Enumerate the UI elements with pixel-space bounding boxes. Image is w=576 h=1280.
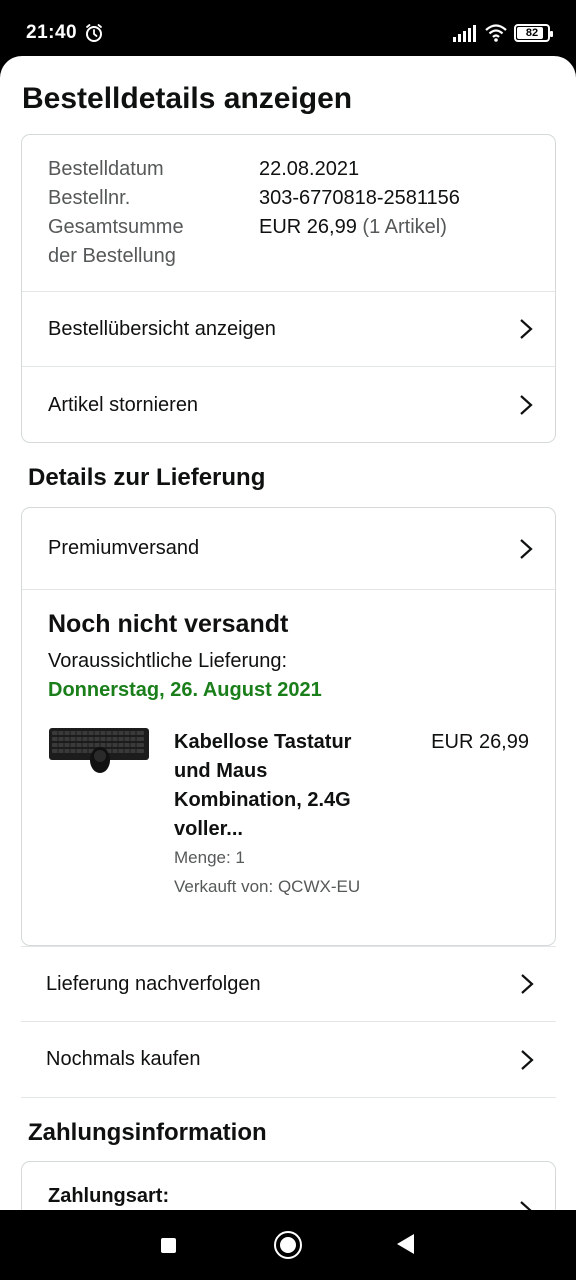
- buy-again-row[interactable]: Nochmals kaufen: [21, 1022, 556, 1097]
- order-item-count: (1 Artikel): [362, 216, 447, 238]
- order-details-sheet: Bestelldetails anzeigen Bestelldatum Bes…: [0, 56, 576, 1210]
- battery-level: 82: [525, 27, 539, 39]
- order-number-label: Bestellnr.: [48, 187, 131, 209]
- order-total-value: EUR 26,99: [259, 216, 357, 238]
- order-total-value-row: EUR 26,99 (1 Artikel): [259, 213, 460, 242]
- cancel-items-label: Artikel stornieren: [48, 393, 199, 416]
- wifi-icon: [485, 24, 507, 42]
- order-total-label-2: der Bestellung: [48, 245, 176, 267]
- payment-method-label: Zahlungsart:: [48, 1185, 170, 1207]
- clock: 21:40: [26, 22, 78, 43]
- delivery-section-title: Details zur Lieferung: [28, 464, 266, 491]
- divider: [22, 589, 555, 590]
- order-total-label-1: Gesamtsumme: [48, 216, 184, 238]
- cancel-items-row[interactable]: Artikel stornieren: [22, 367, 555, 443]
- buy-again-label: Nochmals kaufen: [46, 1048, 201, 1070]
- order-date-label: Bestelldatum: [48, 158, 164, 180]
- signal-icon: [453, 25, 476, 42]
- battery-icon: 82: [514, 24, 553, 42]
- product-quantity: Menge: 1: [174, 848, 245, 867]
- order-date-value: 22.08.2021: [259, 158, 360, 180]
- divider: [21, 1097, 556, 1098]
- product-title-line: und Maus: [174, 760, 268, 782]
- keyboard-mouse-image: [49, 728, 149, 773]
- back-button[interactable]: [397, 1234, 414, 1254]
- product-image[interactable]: [48, 726, 150, 774]
- shipment-status: Noch nicht versandt: [48, 610, 289, 638]
- product-title-line: Kombination, 2.4G: [174, 789, 351, 811]
- order-summary-card: Bestelldatum Bestellnr. Gesamtsumme der …: [21, 134, 556, 443]
- payment-card[interactable]: Zahlungsart:: [21, 1161, 556, 1210]
- chevron-right-icon: [520, 538, 533, 559]
- expected-delivery-date: Donnerstag, 26. August 2021: [48, 679, 322, 701]
- page-title: Bestelldetails anzeigen: [22, 82, 353, 115]
- order-meta-labels: Bestelldatum Bestellnr. Gesamtsumme der …: [48, 155, 184, 271]
- product-title-line: voller...: [174, 818, 243, 840]
- order-number-value: 303-6770818-2581156: [259, 187, 460, 209]
- chevron-right-icon: [520, 395, 533, 415]
- delivery-card: Premiumversand Noch nicht versandt Vorau…: [21, 507, 556, 946]
- payment-section-title: Zahlungsinformation: [28, 1119, 267, 1146]
- track-delivery-label: Lieferung nachverfolgen: [46, 972, 261, 995]
- chevron-right-icon: [521, 1049, 534, 1070]
- product-seller: Verkauft von: QCWX-EU: [174, 877, 361, 896]
- order-meta-values: 22.08.2021 303-6770818-2581156 EUR 26,99…: [259, 155, 460, 242]
- shipping-method-row[interactable]: Premiumversand: [22, 508, 555, 589]
- product-title-line: Kabellose Tastatur: [174, 731, 352, 753]
- expected-delivery-label: Voraussichtliche Lieferung:: [48, 650, 288, 672]
- chevron-right-icon: [520, 1201, 532, 1210]
- product-title[interactable]: Kabellose Tastatur und Maus Kombination,…: [174, 728, 351, 844]
- view-order-summary-label: Bestellübersicht anzeigen: [48, 317, 276, 340]
- product-price: EUR 26,99: [431, 731, 529, 753]
- chevron-right-icon: [521, 974, 534, 994]
- home-icon: [280, 1237, 296, 1253]
- status-bar: 21:40 82: [0, 0, 576, 60]
- track-delivery-row[interactable]: Lieferung nachverfolgen: [21, 947, 556, 1021]
- shipping-method-label: Premiumversand: [48, 537, 200, 559]
- chevron-right-icon: [520, 319, 533, 339]
- alarm-icon: [86, 24, 102, 42]
- recent-apps-button[interactable]: [161, 1238, 176, 1253]
- view-order-summary-row[interactable]: Bestellübersicht anzeigen: [22, 292, 555, 366]
